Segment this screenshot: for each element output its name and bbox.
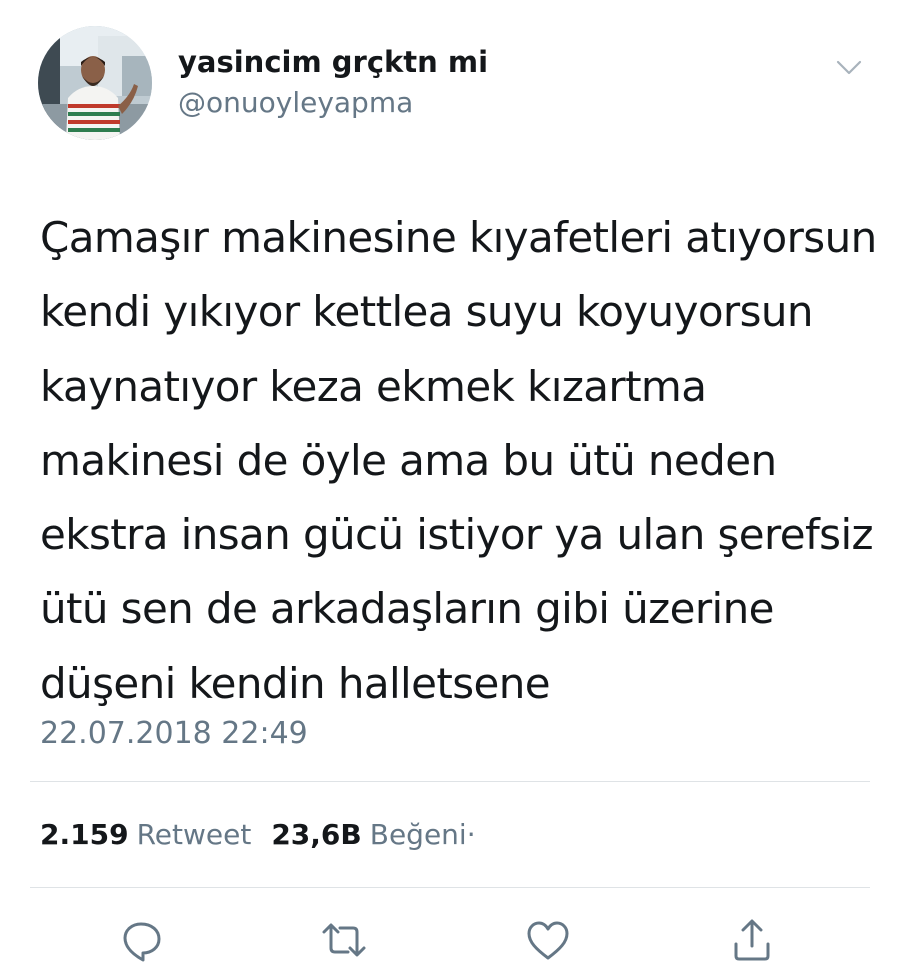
like-label[interactable]: Beğeni (370, 818, 467, 851)
retweet-count[interactable]: 2.159 (40, 818, 129, 851)
author-handle[interactable]: @onuoyleyapma (178, 85, 413, 121)
divider (30, 781, 870, 782)
heart-icon (527, 921, 569, 960)
share-icon (734, 919, 770, 961)
reply-button[interactable] (117, 916, 165, 964)
engagement-stats: 2.159 Retweet 23,6B Beğeni· (40, 815, 476, 855)
author-display-name[interactable]: yasincim grçktn mi (178, 44, 488, 80)
like-count[interactable]: 23,6B (271, 818, 361, 851)
tweet-timestamp[interactable]: 22.07.2018 22:49 (40, 714, 308, 754)
share-button[interactable] (728, 916, 776, 964)
retweet-label[interactable]: Retweet (137, 818, 252, 851)
retweet-button[interactable] (320, 916, 368, 964)
like-button[interactable] (524, 916, 572, 964)
chevron-down-icon[interactable] (834, 55, 864, 79)
reply-icon (123, 922, 161, 962)
avatar[interactable] (38, 26, 152, 140)
divider (30, 887, 870, 888)
retweet-icon (322, 923, 366, 957)
trailing-mark: · (466, 818, 476, 851)
tweet-text: Çamaşır makinesine kıyafetleri atıyorsun… (40, 213, 877, 708)
